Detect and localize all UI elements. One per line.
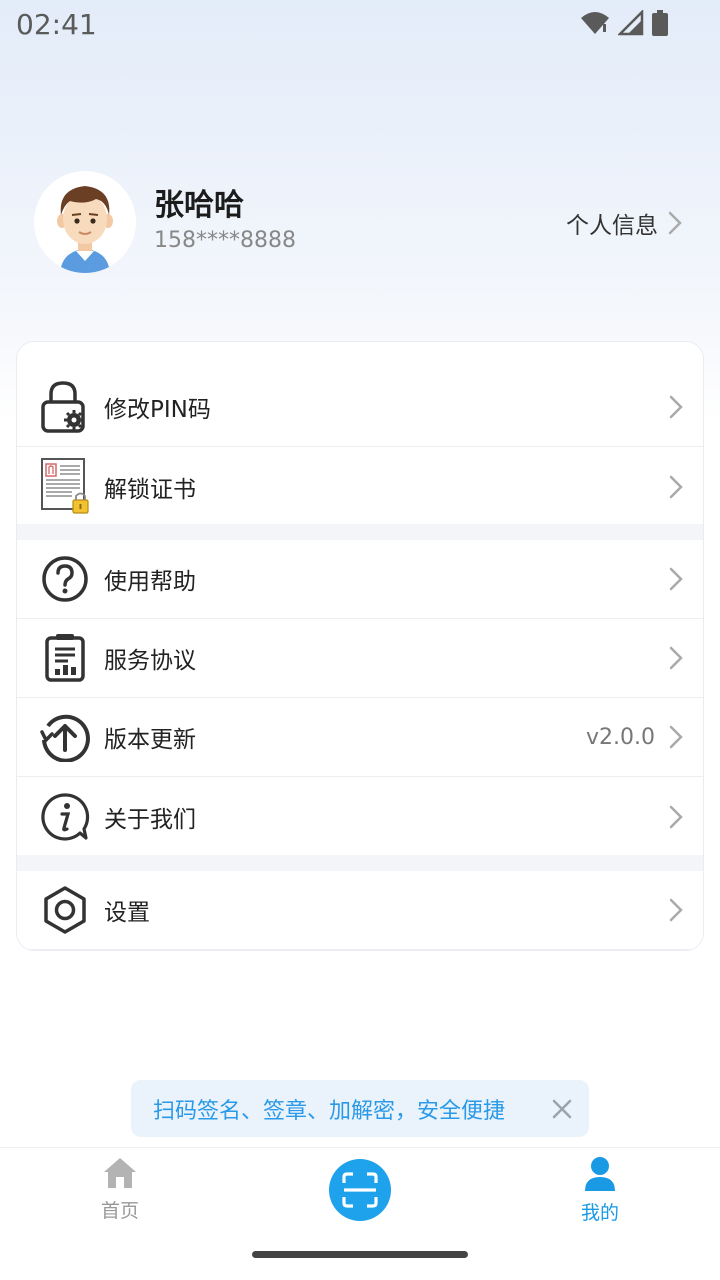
menu-item-change-pin[interactable]: 修改PIN码	[17, 368, 703, 447]
chevron-right-icon	[669, 567, 683, 591]
profile-screen: 02:41 张哈哈 158****8888 个人信息 修改PIN码 解锁证书 使…	[0, 0, 720, 1280]
close-icon[interactable]	[551, 1098, 573, 1120]
menu-label-version-update: 版本更新	[104, 727, 196, 753]
chevron-right-icon	[669, 725, 683, 749]
certificate-lock-icon	[38, 457, 92, 514]
promo-toast: 扫码签名、签章、加解密，安全便捷	[131, 1080, 589, 1137]
menu-label-about-us: 关于我们	[104, 806, 196, 833]
menu-label-unlock-certificate: 解锁证书	[104, 476, 196, 503]
status-bar: 02:41	[0, 0, 720, 50]
chevron-right-icon	[669, 805, 683, 828]
status-time: 02:41	[16, 8, 97, 41]
tab-home-label: 首页	[100, 1200, 139, 1222]
scan-button[interactable]	[329, 1159, 391, 1221]
menu-item-help[interactable]: 使用帮助	[17, 540, 703, 619]
menu-item-about-us[interactable]: 关于我们	[17, 777, 703, 856]
personal-info-label: 个人信息	[566, 213, 658, 239]
chevron-right-icon	[669, 475, 683, 498]
avatar-illustration	[57, 186, 113, 273]
person-icon	[585, 1157, 615, 1191]
hexagon-gear-icon	[38, 883, 92, 937]
chevron-right-icon	[668, 211, 682, 235]
toast-text: 扫码签名、签章、加解密，安全便捷	[153, 1098, 506, 1124]
menu-label-change-pin: 修改PIN码	[104, 397, 211, 423]
tab-mine-label: 我的	[580, 1202, 619, 1224]
question-circle-icon	[38, 552, 92, 606]
chevron-right-icon	[669, 646, 683, 670]
menu-label-settings: 设置	[104, 900, 150, 926]
menu-item-unlock-certificate[interactable]: 解锁证书	[17, 447, 703, 526]
wifi-icon	[581, 12, 609, 34]
tab-mine[interactable]: 我的	[540, 1156, 660, 1225]
upload-circle-icon	[38, 710, 92, 764]
chevron-right-icon	[669, 395, 683, 419]
home-icon	[104, 1158, 136, 1188]
menu-item-service-agreement[interactable]: 服务协议	[17, 619, 703, 698]
info-bubble-icon	[38, 790, 92, 844]
bottom-nav: 首页 我的	[0, 1147, 720, 1280]
document-chart-icon	[38, 631, 92, 685]
section-divider	[17, 855, 703, 871]
menu-item-settings[interactable]: 设置	[17, 871, 703, 950]
home-indicator[interactable]	[252, 1251, 468, 1258]
chevron-right-icon	[669, 898, 683, 922]
version-value: v2.0.0	[586, 724, 655, 750]
profile-name: 张哈哈	[154, 188, 244, 223]
menu-item-version-update[interactable]: 版本更新 v2.0.0	[17, 698, 703, 777]
scan-icon	[342, 1172, 378, 1208]
status-icons	[580, 10, 668, 36]
personal-info-link[interactable]: 个人信息	[566, 206, 682, 240]
menu-label-service-agreement: 服务协议	[104, 648, 196, 674]
battery-icon	[652, 10, 668, 36]
lock-gear-icon	[38, 380, 92, 434]
avatar[interactable]	[34, 171, 136, 273]
profile-phone: 158****8888	[154, 228, 296, 253]
tab-home[interactable]: 首页	[60, 1156, 180, 1223]
menu-card: 修改PIN码 解锁证书 使用帮助 服务协议 版本更新 v2.0.0 关于我们 设…	[16, 341, 704, 951]
menu-label-help: 使用帮助	[104, 569, 196, 595]
section-divider	[17, 524, 703, 540]
signal-icon	[618, 10, 644, 36]
